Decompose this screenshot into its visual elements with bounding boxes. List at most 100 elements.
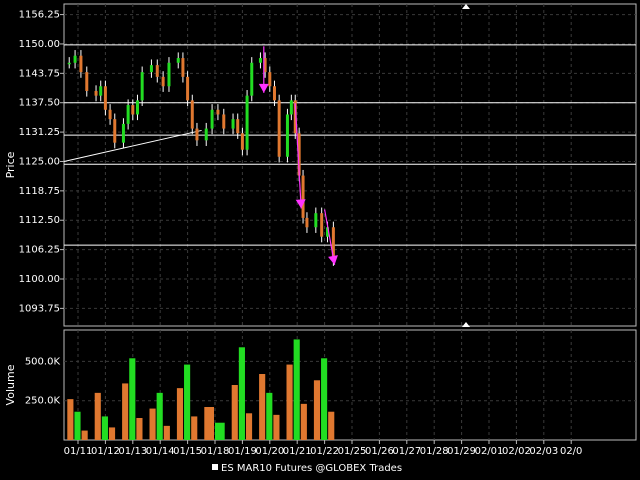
price-tick-label: 1131.25 xyxy=(19,127,60,138)
price-bar xyxy=(131,105,135,115)
volume-bar xyxy=(136,418,143,440)
volume-bar xyxy=(184,364,191,440)
date-tick-label: 01/26 xyxy=(365,446,394,457)
date-tick-label: 01/13 xyxy=(118,446,147,457)
price-bar xyxy=(73,55,77,63)
price-tick-label: 1156.25 xyxy=(19,10,60,21)
volume-bar xyxy=(67,399,74,440)
price-bar xyxy=(210,109,214,129)
volume-bar xyxy=(286,364,293,440)
legend-swatch xyxy=(212,464,218,470)
date-tick-label: 01/27 xyxy=(392,446,421,457)
volume-bar xyxy=(215,422,225,440)
volume-bar xyxy=(313,380,321,440)
price-bar xyxy=(216,109,220,115)
price-bar xyxy=(258,58,262,63)
price-bar xyxy=(190,100,194,129)
price-bar xyxy=(67,62,71,65)
volume-bar xyxy=(156,392,163,440)
date-tick-label: 02/02 xyxy=(502,446,531,457)
price-bar xyxy=(140,72,144,101)
volume-bar xyxy=(328,411,335,440)
price-bar xyxy=(314,213,318,228)
price-tick-label: 1125.00 xyxy=(19,156,60,167)
volume-axis-label: Volume xyxy=(4,364,17,405)
date-tick-label: 02/01 xyxy=(475,446,504,457)
price-bar xyxy=(289,100,293,115)
price-tick-label: 1118.75 xyxy=(19,186,60,197)
price-bar xyxy=(195,128,199,141)
volume-bar xyxy=(245,413,253,440)
volume-bar xyxy=(163,425,170,440)
volume-bar xyxy=(101,416,108,440)
volume-bar xyxy=(259,374,266,440)
date-tick-label: 02/0 xyxy=(560,446,582,457)
price-tick-label: 1143.75 xyxy=(19,68,60,79)
volume-bar xyxy=(300,403,307,440)
price-bar xyxy=(99,86,103,96)
price-bar xyxy=(161,76,165,87)
legend-label: ES MAR10 Futures @GLOBEX Trades xyxy=(221,463,402,474)
price-tick-label: 1137.50 xyxy=(19,98,60,109)
volume-bar xyxy=(122,383,129,440)
date-tick-label: 01/18 xyxy=(201,446,230,457)
date-tick-label: 01/25 xyxy=(338,446,367,457)
volume-bar xyxy=(176,388,184,440)
price-bar xyxy=(236,119,240,134)
date-tick-label: 01/12 xyxy=(91,446,120,457)
volume-bar xyxy=(321,358,328,440)
price-bar xyxy=(181,58,185,77)
volume-bar xyxy=(204,407,214,440)
price-bar xyxy=(231,119,235,129)
price-axis-label: Price xyxy=(4,151,17,178)
date-tick-label: 01/28 xyxy=(420,446,449,457)
price-bar xyxy=(222,114,226,129)
price-bar xyxy=(250,62,254,96)
price-bar xyxy=(103,86,107,110)
price-bar xyxy=(268,72,272,87)
price-bar xyxy=(126,105,130,124)
price-bar xyxy=(272,86,276,101)
price-tick-labels: 1156.25 1150.00 1143.75 1137.50 1131.25 1125.… xyxy=(19,10,64,314)
price-bars xyxy=(67,50,335,266)
scroll-down-handle[interactable] xyxy=(462,322,470,327)
price-bar xyxy=(301,175,305,218)
price-panel xyxy=(63,3,637,327)
volume-bar xyxy=(238,347,245,440)
date-tick-label: 01/21 xyxy=(283,446,312,457)
price-bar xyxy=(94,90,98,96)
price-tick-label: 1093.75 xyxy=(19,303,60,314)
price-bar xyxy=(79,55,83,73)
price-bar xyxy=(204,128,208,141)
price-bar xyxy=(277,100,281,157)
scroll-up-handle[interactable] xyxy=(462,4,470,9)
volume-bar xyxy=(191,416,198,440)
date-tick-label: 02/03 xyxy=(529,446,558,457)
price-frame xyxy=(63,3,637,327)
futures-chart: 1156.25 1150.00 1143.75 1137.50 1131.25 1125.… xyxy=(4,3,637,474)
date-tick-label: 01/15 xyxy=(173,446,202,457)
date-tick-label: 01/20 xyxy=(255,446,284,457)
date-tick-label: 01/19 xyxy=(228,446,257,457)
volume-bar xyxy=(74,411,81,440)
price-bar xyxy=(245,95,249,150)
price-tick-label: 1150.00 xyxy=(19,39,60,50)
price-bar xyxy=(149,65,153,73)
price-bar xyxy=(285,114,289,157)
date-tick-label: 01/22 xyxy=(310,446,339,457)
price-bar xyxy=(113,119,117,143)
price-bar xyxy=(121,123,125,143)
volume-bar xyxy=(231,385,238,440)
volume-bars xyxy=(67,339,335,440)
price-tick-label: 1112.50 xyxy=(19,215,60,226)
date-tick-label: 01/14 xyxy=(146,446,175,457)
date-tick-label: 01/11 xyxy=(64,446,93,457)
annotation-arrow-head xyxy=(258,83,269,93)
price-bar xyxy=(135,100,139,115)
volume-bar xyxy=(293,339,300,440)
price-bar xyxy=(167,62,171,87)
price-bar xyxy=(186,76,190,101)
volume-bar xyxy=(129,358,136,440)
price-grid xyxy=(64,4,636,326)
volume-bar xyxy=(94,392,101,440)
